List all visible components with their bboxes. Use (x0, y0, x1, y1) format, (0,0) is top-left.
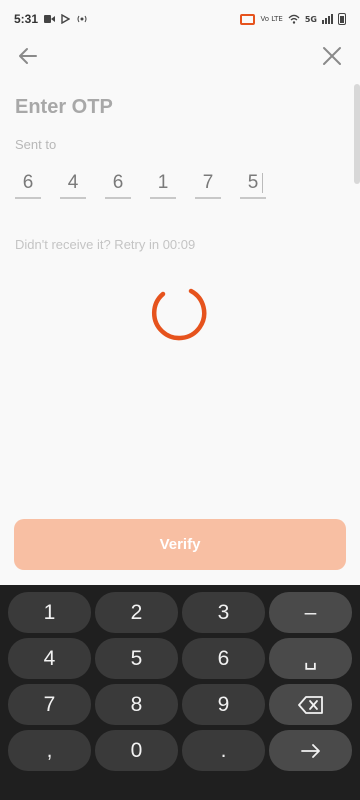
wifi-icon (288, 14, 300, 24)
status-bar: 5:31 Vo LTE 5G (0, 0, 360, 38)
key-4[interactable]: 4 (8, 638, 91, 679)
page-title: Enter OTP (15, 96, 113, 118)
otp-digit-2[interactable]: 4 (60, 170, 86, 199)
arrow-right-icon (300, 743, 320, 758)
key-0[interactable]: 0 (95, 730, 178, 771)
key-9[interactable]: 9 (182, 684, 265, 725)
video-icon (44, 15, 56, 23)
key-8[interactable]: 8 (95, 684, 178, 725)
otp-digit-1[interactable]: 6 (15, 170, 41, 199)
signal-icon (322, 14, 333, 24)
key-space[interactable]: ␣ (269, 638, 352, 679)
otp-digit-5[interactable]: 7 (195, 170, 221, 199)
scrollbar-thumb[interactable] (354, 84, 360, 184)
status-right: Vo LTE 5G (240, 13, 346, 25)
otp-digit-3[interactable]: 6 (105, 170, 131, 199)
network-label: 5G (304, 14, 317, 24)
top-nav (0, 40, 360, 72)
verify-button[interactable]: Verify (14, 519, 346, 570)
key-3[interactable]: 3 (182, 592, 265, 633)
key-1[interactable]: 1 (8, 592, 91, 633)
key-backspace[interactable] (269, 684, 352, 725)
cast-icon (240, 13, 256, 25)
key-enter[interactable] (269, 730, 352, 771)
play-store-icon (61, 14, 71, 24)
key-5[interactable]: 5 (95, 638, 178, 679)
key-2[interactable]: 2 (95, 592, 178, 633)
otp-digit-6-value: 5 (247, 172, 259, 193)
loading-spinner-icon (151, 283, 209, 341)
battery-icon (338, 13, 346, 25)
otp-input-row: 6 4 6 1 7 5 (15, 170, 285, 199)
key-6[interactable]: 6 (182, 638, 265, 679)
otp-digit-4[interactable]: 1 (150, 170, 176, 199)
key-period[interactable]: . (182, 730, 265, 771)
volte-label: Vo LTE (260, 14, 283, 23)
arrow-left-icon[interactable] (16, 44, 42, 68)
text-cursor (262, 173, 263, 193)
key-7[interactable]: 7 (8, 684, 91, 725)
close-icon[interactable] (320, 44, 344, 68)
status-time: 5:31 (14, 12, 39, 26)
numeric-keyboard: 1 2 3 – 4 5 6 ␣ 7 8 9 , 0 . (0, 585, 360, 800)
backspace-icon (297, 695, 323, 714)
key-comma[interactable]: , (8, 730, 91, 771)
sent-to-label: Sent to (15, 137, 57, 152)
otp-digit-6[interactable]: 5 (240, 170, 266, 199)
key-minus[interactable]: – (269, 592, 352, 633)
hotspot-icon (77, 15, 87, 23)
retry-countdown: Didn't receive it? Retry in 00:09 (15, 237, 196, 252)
status-left: 5:31 (14, 12, 88, 26)
